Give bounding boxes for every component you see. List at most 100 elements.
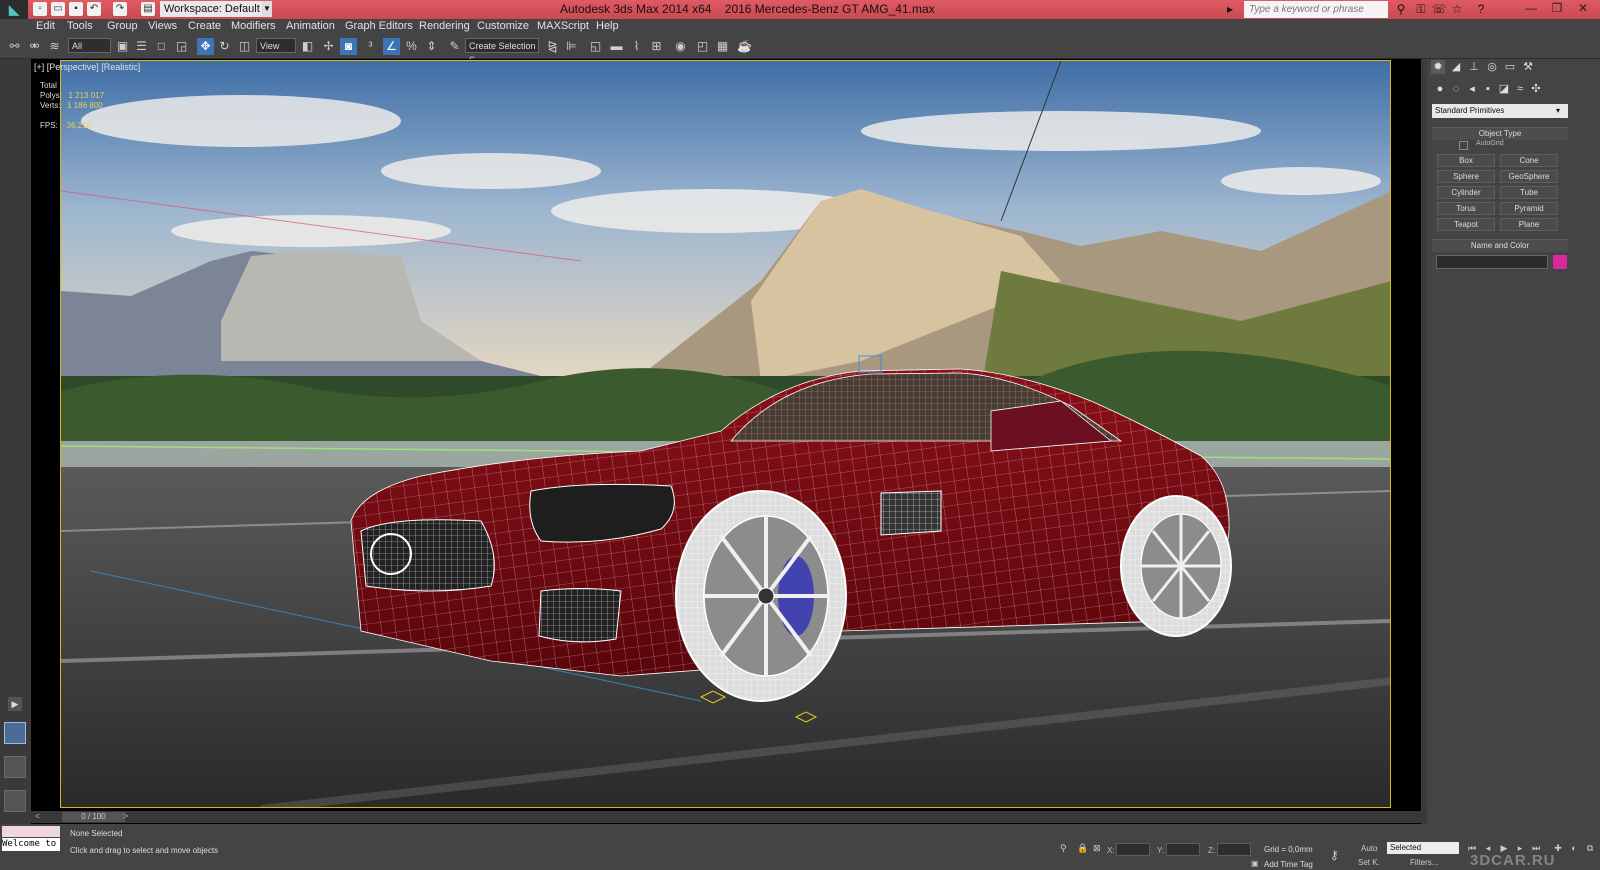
menu-maxscript[interactable]: MAXScript <box>537 20 589 32</box>
help-icon[interactable]: ? <box>1473 1 1489 17</box>
isolate-icon[interactable]: ⚲ <box>1060 843 1067 854</box>
z-coordinate-field[interactable] <box>1217 843 1251 856</box>
menu-tools[interactable]: Tools <box>67 20 93 32</box>
menu-customize[interactable]: Customize <box>477 20 529 32</box>
x-coordinate-field[interactable] <box>1116 843 1150 856</box>
cylinder-button[interactable]: Cylinder <box>1437 186 1495 199</box>
percent-snap-icon[interactable]: % <box>403 38 420 55</box>
timeline-prev-icon[interactable]: < <box>35 811 40 821</box>
layer-manager-icon[interactable]: ◱ <box>587 38 604 55</box>
window-crossing-icon[interactable]: ◲ <box>173 38 190 55</box>
workspace-select[interactable]: Workspace: Default <box>160 1 266 17</box>
open-file-icon[interactable]: ▭ <box>51 2 65 16</box>
viewport-layout-single-button[interactable] <box>4 722 26 744</box>
torus-button[interactable]: Torus <box>1437 202 1495 215</box>
material-editor-icon[interactable]: ◉ <box>672 38 689 55</box>
time-tag-icon[interactable]: ▣ <box>1251 859 1259 868</box>
object-color-swatch[interactable] <box>1553 255 1567 269</box>
selection-filter-select[interactable]: All <box>68 38 111 53</box>
viewport-layout-quad-button[interactable] <box>4 790 26 812</box>
utilities-tab-icon[interactable]: ⚒ <box>1521 60 1535 74</box>
key-icon[interactable]: ⚷ <box>1330 848 1339 862</box>
cone-button[interactable]: Cone <box>1500 154 1558 167</box>
align-icon[interactable]: ⊫ <box>563 38 580 55</box>
unlink-icon[interactable]: ⚮ <box>26 38 43 55</box>
manipulate-icon[interactable]: ✢ <box>320 38 337 55</box>
filters-button[interactable]: Filters... <box>1410 858 1438 867</box>
redo-icon[interactable]: ↷ <box>113 2 127 16</box>
viewport-layout-split-button[interactable] <box>4 756 26 778</box>
snaps-toggle-icon[interactable]: ³ <box>362 38 379 55</box>
maximize-viewport-icon[interactable]: ⧉ <box>1584 842 1596 854</box>
name-and-color-rollout[interactable]: Name and Color <box>1432 239 1568 252</box>
project-folder-icon[interactable]: ▤ <box>141 2 155 16</box>
app-logo-icon[interactable]: ◣ <box>0 0 28 19</box>
select-and-rotate-icon[interactable]: ↻ <box>216 38 233 55</box>
motion-tab-icon[interactable]: ◎ <box>1485 60 1499 74</box>
set-key-button[interactable]: Set K. <box>1358 858 1380 867</box>
primitive-type-select[interactable]: Standard Primitives <box>1432 104 1568 118</box>
render-setup-icon[interactable]: ◰ <box>694 38 711 55</box>
pyramid-button[interactable]: Pyramid <box>1500 202 1558 215</box>
geosphere-button[interactable]: GeoSphere <box>1500 170 1558 183</box>
add-time-tag[interactable]: Add Time Tag <box>1264 860 1313 869</box>
maximize-button[interactable]: ❐ <box>1544 0 1570 17</box>
maxscript-listener-mini[interactable] <box>2 826 60 837</box>
menu-animation[interactable]: Animation <box>286 20 335 32</box>
angle-snap-icon[interactable]: ∠ <box>383 38 400 55</box>
link-icon[interactable]: ⚯ <box>6 38 23 55</box>
perspective-viewport[interactable] <box>60 60 1391 808</box>
select-and-scale-icon[interactable]: ◫ <box>236 38 253 55</box>
tube-button[interactable]: Tube <box>1500 186 1558 199</box>
chevron-down-icon[interactable]: ▼ <box>262 1 272 17</box>
teapot-button[interactable]: Teapot <box>1437 218 1495 231</box>
sphere-button[interactable]: Sphere <box>1437 170 1495 183</box>
lights-icon[interactable]: ◂ <box>1465 82 1479 96</box>
plane-button[interactable]: Plane <box>1500 218 1558 231</box>
curve-editor-icon[interactable]: ⌇ <box>628 38 645 55</box>
menu-modifiers[interactable]: Modifiers <box>231 20 276 32</box>
search-input[interactable]: Type a keyword or phrase <box>1244 1 1388 18</box>
close-button[interactable]: ✕ <box>1570 0 1596 17</box>
expand-icon[interactable]: ▸ <box>1222 1 1238 17</box>
key-filter-select[interactable]: Selected <box>1387 842 1459 854</box>
autogrid-checkbox[interactable] <box>1459 141 1468 150</box>
hierarchy-tab-icon[interactable]: ⊥ <box>1467 60 1481 74</box>
select-object-icon[interactable]: ▣ <box>114 38 131 55</box>
menu-rendering[interactable]: Rendering <box>419 20 470 32</box>
auto-key-button[interactable]: Auto <box>1361 844 1377 853</box>
timeline-next-icon[interactable]: > <box>123 811 128 821</box>
display-tab-icon[interactable]: ▭ <box>1503 60 1517 74</box>
y-coordinate-field[interactable] <box>1166 843 1200 856</box>
chevron-down-icon[interactable]: ▾ <box>1556 104 1568 118</box>
save-icon[interactable]: ▪ <box>69 2 83 16</box>
undo-icon[interactable]: ↶ <box>87 2 101 16</box>
named-selection-set-select[interactable]: Create Selection S <box>465 38 539 65</box>
communication-center-icon[interactable]: ☏ <box>1431 1 1447 17</box>
play-arrow-icon[interactable]: ▶ <box>8 697 22 711</box>
time-slider[interactable]: 0 / 100 <box>62 812 125 822</box>
systems-icon[interactable]: ✣ <box>1529 82 1543 96</box>
keyboard-shortcut-override-icon[interactable]: ◙ <box>340 38 357 55</box>
modify-tab-icon[interactable]: ◢ <box>1449 60 1463 74</box>
menu-group[interactable]: Group <box>107 20 138 32</box>
favorites-icon[interactable]: ☆ <box>1449 1 1465 17</box>
viewport-label[interactable]: [+] [Perspective] [Realistic] <box>34 62 140 72</box>
graphite-toolbar-icon[interactable]: ▬ <box>608 38 625 55</box>
space-warps-icon[interactable]: ≈ <box>1513 82 1527 96</box>
minimize-button[interactable]: — <box>1518 0 1544 17</box>
reference-coordinate-select[interactable]: View <box>256 38 296 53</box>
menu-views[interactable]: Views <box>148 20 177 32</box>
box-button[interactable]: Box <box>1437 154 1495 167</box>
object-name-field[interactable] <box>1436 255 1548 269</box>
menu-edit[interactable]: Edit <box>36 20 55 32</box>
lock-icon[interactable]: 🔒 <box>1077 843 1088 854</box>
helpers-icon[interactable]: ◪ <box>1497 82 1511 96</box>
geometry-icon[interactable]: ● <box>1433 82 1447 96</box>
subscription-icon[interactable]: ⚿ <box>1413 1 1429 17</box>
spinner-snap-icon[interactable]: ⇕ <box>423 38 440 55</box>
menu-help[interactable]: Help <box>596 20 619 32</box>
bind-space-warp-icon[interactable]: ≋ <box>46 38 63 55</box>
object-type-rollout[interactable]: Object Type <box>1432 127 1568 140</box>
cameras-icon[interactable]: ▪ <box>1481 82 1495 96</box>
